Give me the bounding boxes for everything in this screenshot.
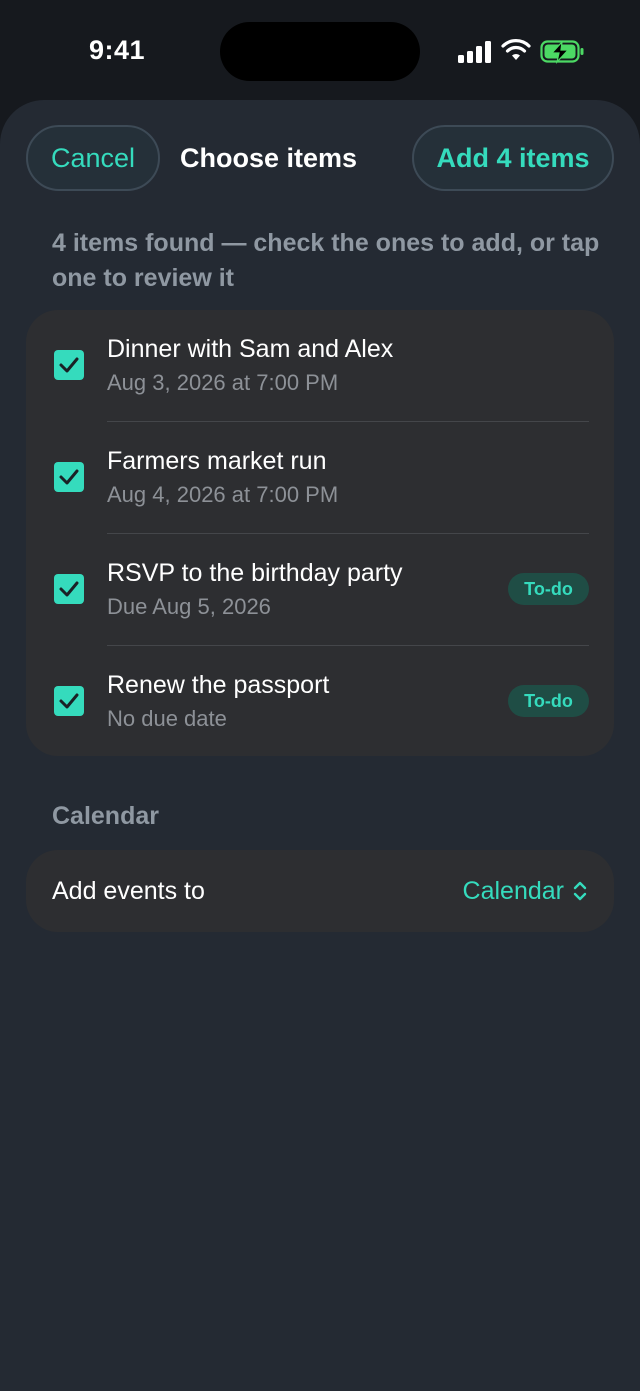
selected-calendar: Calendar bbox=[462, 876, 564, 905]
calendar-row-label: Add events to bbox=[52, 877, 205, 905]
wifi-icon bbox=[501, 39, 531, 60]
item-date: Due Aug 5, 2026 bbox=[107, 594, 271, 619]
status-icons bbox=[458, 38, 588, 66]
list-item[interactable]: Dinner with Sam and Alex Aug 3, 2026 at … bbox=[26, 310, 614, 422]
checkmark-icon bbox=[59, 357, 79, 373]
calendar-picker[interactable]: Calendar bbox=[463, 874, 588, 908]
item-title: RSVP to the birthday party bbox=[107, 559, 403, 587]
checkmark-icon bbox=[59, 693, 79, 709]
checkbox-checked[interactable] bbox=[54, 350, 84, 380]
calendar-selector-row[interactable]: Add events to Calendar bbox=[26, 850, 614, 932]
sheet-title: Choose items bbox=[180, 143, 358, 173]
items-list: Dinner with Sam and Alex Aug 3, 2026 at … bbox=[26, 310, 614, 756]
hint-text: 4 items found — check the ones to add, o… bbox=[52, 229, 600, 292]
checkmark-icon bbox=[59, 581, 79, 597]
item-date: No due date bbox=[107, 706, 227, 731]
calendar-section-heading: Calendar bbox=[52, 802, 159, 830]
dynamic-island bbox=[220, 22, 420, 81]
item-title: Farmers market run bbox=[107, 447, 327, 475]
cancel-button[interactable]: Cancel bbox=[26, 125, 160, 191]
checkbox-checked[interactable] bbox=[54, 686, 84, 716]
status-time: 9:41 bbox=[89, 35, 146, 65]
item-title: Renew the passport bbox=[107, 671, 330, 699]
item-date: Aug 4, 2026 at 7:00 PM bbox=[107, 482, 339, 507]
item-title: Dinner with Sam and Alex bbox=[107, 335, 394, 363]
signal-icon bbox=[458, 41, 491, 63]
item-date: Aug 3, 2026 at 7:00 PM bbox=[107, 370, 339, 395]
add-items-button[interactable]: Add 4 items bbox=[412, 125, 614, 191]
checkmark-icon bbox=[59, 469, 79, 485]
list-item[interactable]: Farmers market run Aug 4, 2026 at 7:00 P… bbox=[26, 422, 614, 534]
todo-badge: To-do bbox=[508, 685, 589, 717]
checkbox-checked[interactable] bbox=[54, 462, 84, 492]
status-bar: 9:41 bbox=[0, 0, 640, 100]
battery-charging-icon bbox=[540, 40, 584, 64]
todo-badge: To-do bbox=[508, 573, 589, 605]
checkbox-checked[interactable] bbox=[54, 574, 84, 604]
chevron-up-down-icon bbox=[573, 881, 587, 901]
